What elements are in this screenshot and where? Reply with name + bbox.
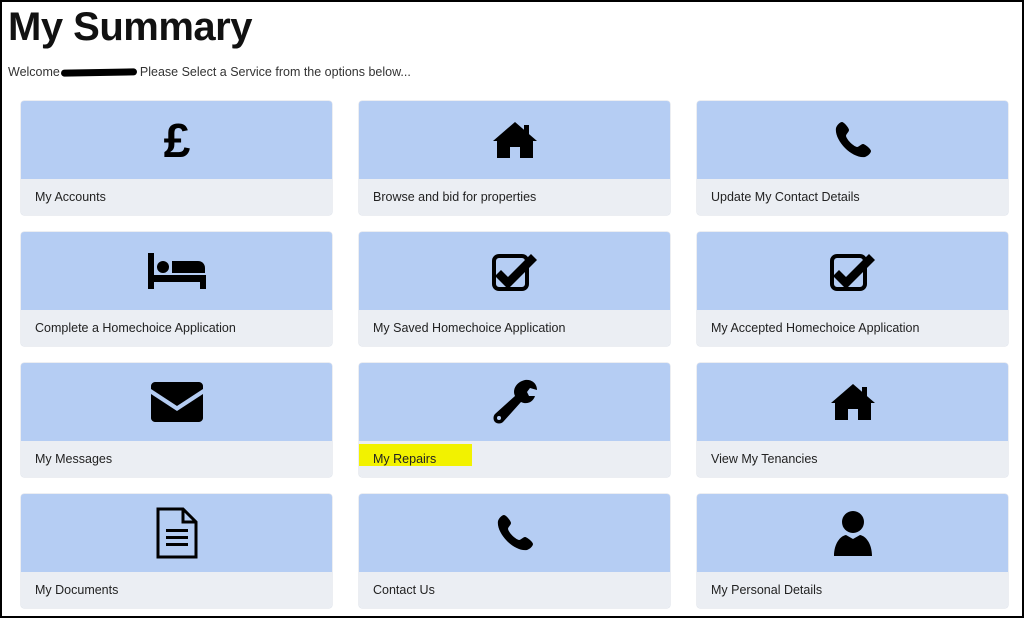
svg-text:£: £: [163, 118, 190, 162]
tile-complete-homechoice-application[interactable]: Complete a Homechoice Application: [21, 232, 332, 346]
tile-label: Contact Us: [359, 572, 670, 608]
tile-label: Complete a Homechoice Application: [21, 310, 332, 346]
tile-label-text: View My Tenancies: [711, 452, 818, 466]
tile-label-text: My Saved Homechoice Application: [373, 321, 566, 335]
page-title: My Summary: [8, 5, 252, 49]
tile-my-accounts[interactable]: £ My Accounts: [21, 101, 332, 215]
tile-label-text: My Messages: [35, 452, 113, 466]
tile-my-repairs[interactable]: My Repairs: [359, 363, 670, 477]
house-icon: [492, 122, 537, 158]
tile-label-text: My Personal Details: [711, 583, 823, 597]
welcome-message: Welcome Please Select a Service from the…: [8, 65, 411, 79]
user-icon: [833, 511, 872, 556]
tile-label: My Accepted Homechoice Application: [697, 310, 1008, 346]
tile-my-personal-details[interactable]: My Personal Details: [697, 494, 1008, 608]
phone-icon: [835, 122, 871, 158]
tile-icon-area: [21, 232, 332, 310]
tile-my-messages[interactable]: My Messages: [21, 363, 332, 477]
tile-my-documents[interactable]: My Documents: [21, 494, 332, 608]
tile-browse-bid-properties[interactable]: Browse and bid for properties: [359, 101, 670, 215]
tile-label: My Documents: [21, 572, 332, 608]
tile-icon-area: [359, 363, 670, 441]
tile-label-text: My Documents: [35, 583, 119, 597]
tile-label: My Messages: [21, 441, 332, 477]
tile-icon-area: [697, 363, 1008, 441]
tile-saved-homechoice-application[interactable]: My Saved Homechoice Application: [359, 232, 670, 346]
highlighted-label: My Repairs: [359, 444, 472, 466]
welcome-prefix: Welcome: [8, 65, 60, 79]
phone-icon: [497, 515, 533, 551]
tile-icon-area: [21, 363, 332, 441]
pound-icon: £: [163, 118, 190, 162]
checkbox-icon: [491, 254, 537, 291]
wrench-icon: [493, 379, 537, 424]
tile-update-contact-details[interactable]: Update My Contact Details: [697, 101, 1008, 215]
tile-label: My Accounts: [21, 179, 332, 215]
checkbox-icon: [829, 254, 875, 291]
bed-icon: [147, 253, 206, 289]
tile-icon-area: [359, 494, 670, 572]
welcome-instructions: Please Select a Service from the options…: [139, 65, 411, 79]
tile-label: My Repairs: [359, 441, 670, 477]
tile-label-text: Browse and bid for properties: [373, 190, 537, 204]
tile-label: View My Tenancies: [697, 441, 1008, 477]
tile-icon-area: [359, 101, 670, 179]
tile-label-text: My Repairs: [373, 452, 437, 466]
document-icon: [156, 507, 197, 559]
tile-label-text: Complete a Homechoice Application: [35, 321, 236, 335]
tile-label: Update My Contact Details: [697, 179, 1008, 215]
tile-label-text: Contact Us: [373, 583, 435, 597]
tile-label: Browse and bid for properties: [359, 179, 670, 215]
tile-label-text: Update My Contact Details: [711, 190, 860, 204]
tile-contact-us[interactable]: Contact Us: [359, 494, 670, 608]
tile-view-my-tenancies[interactable]: View My Tenancies: [697, 363, 1008, 477]
tile-icon-area: [697, 101, 1008, 179]
tile-label-text: My Accepted Homechoice Application: [711, 321, 920, 335]
tile-label-text: My Accounts: [35, 190, 106, 204]
tile-label: My Personal Details: [697, 572, 1008, 608]
tile-icon-area: [21, 494, 332, 572]
tile-accepted-homechoice-application[interactable]: My Accepted Homechoice Application: [697, 232, 1008, 346]
service-grid: £ My Accounts Browse and bid for propert…: [21, 101, 1008, 608]
redacted-username: [60, 67, 137, 77]
page-frame: My Summary Welcome Please Select a Servi…: [0, 0, 1024, 618]
house-icon: [830, 384, 875, 420]
tile-icon-area: [359, 232, 670, 310]
tile-icon-area: [697, 232, 1008, 310]
tile-label: My Saved Homechoice Application: [359, 310, 670, 346]
tile-icon-area: [697, 494, 1008, 572]
envelope-icon: [150, 382, 203, 422]
tile-icon-area: £: [21, 101, 332, 179]
